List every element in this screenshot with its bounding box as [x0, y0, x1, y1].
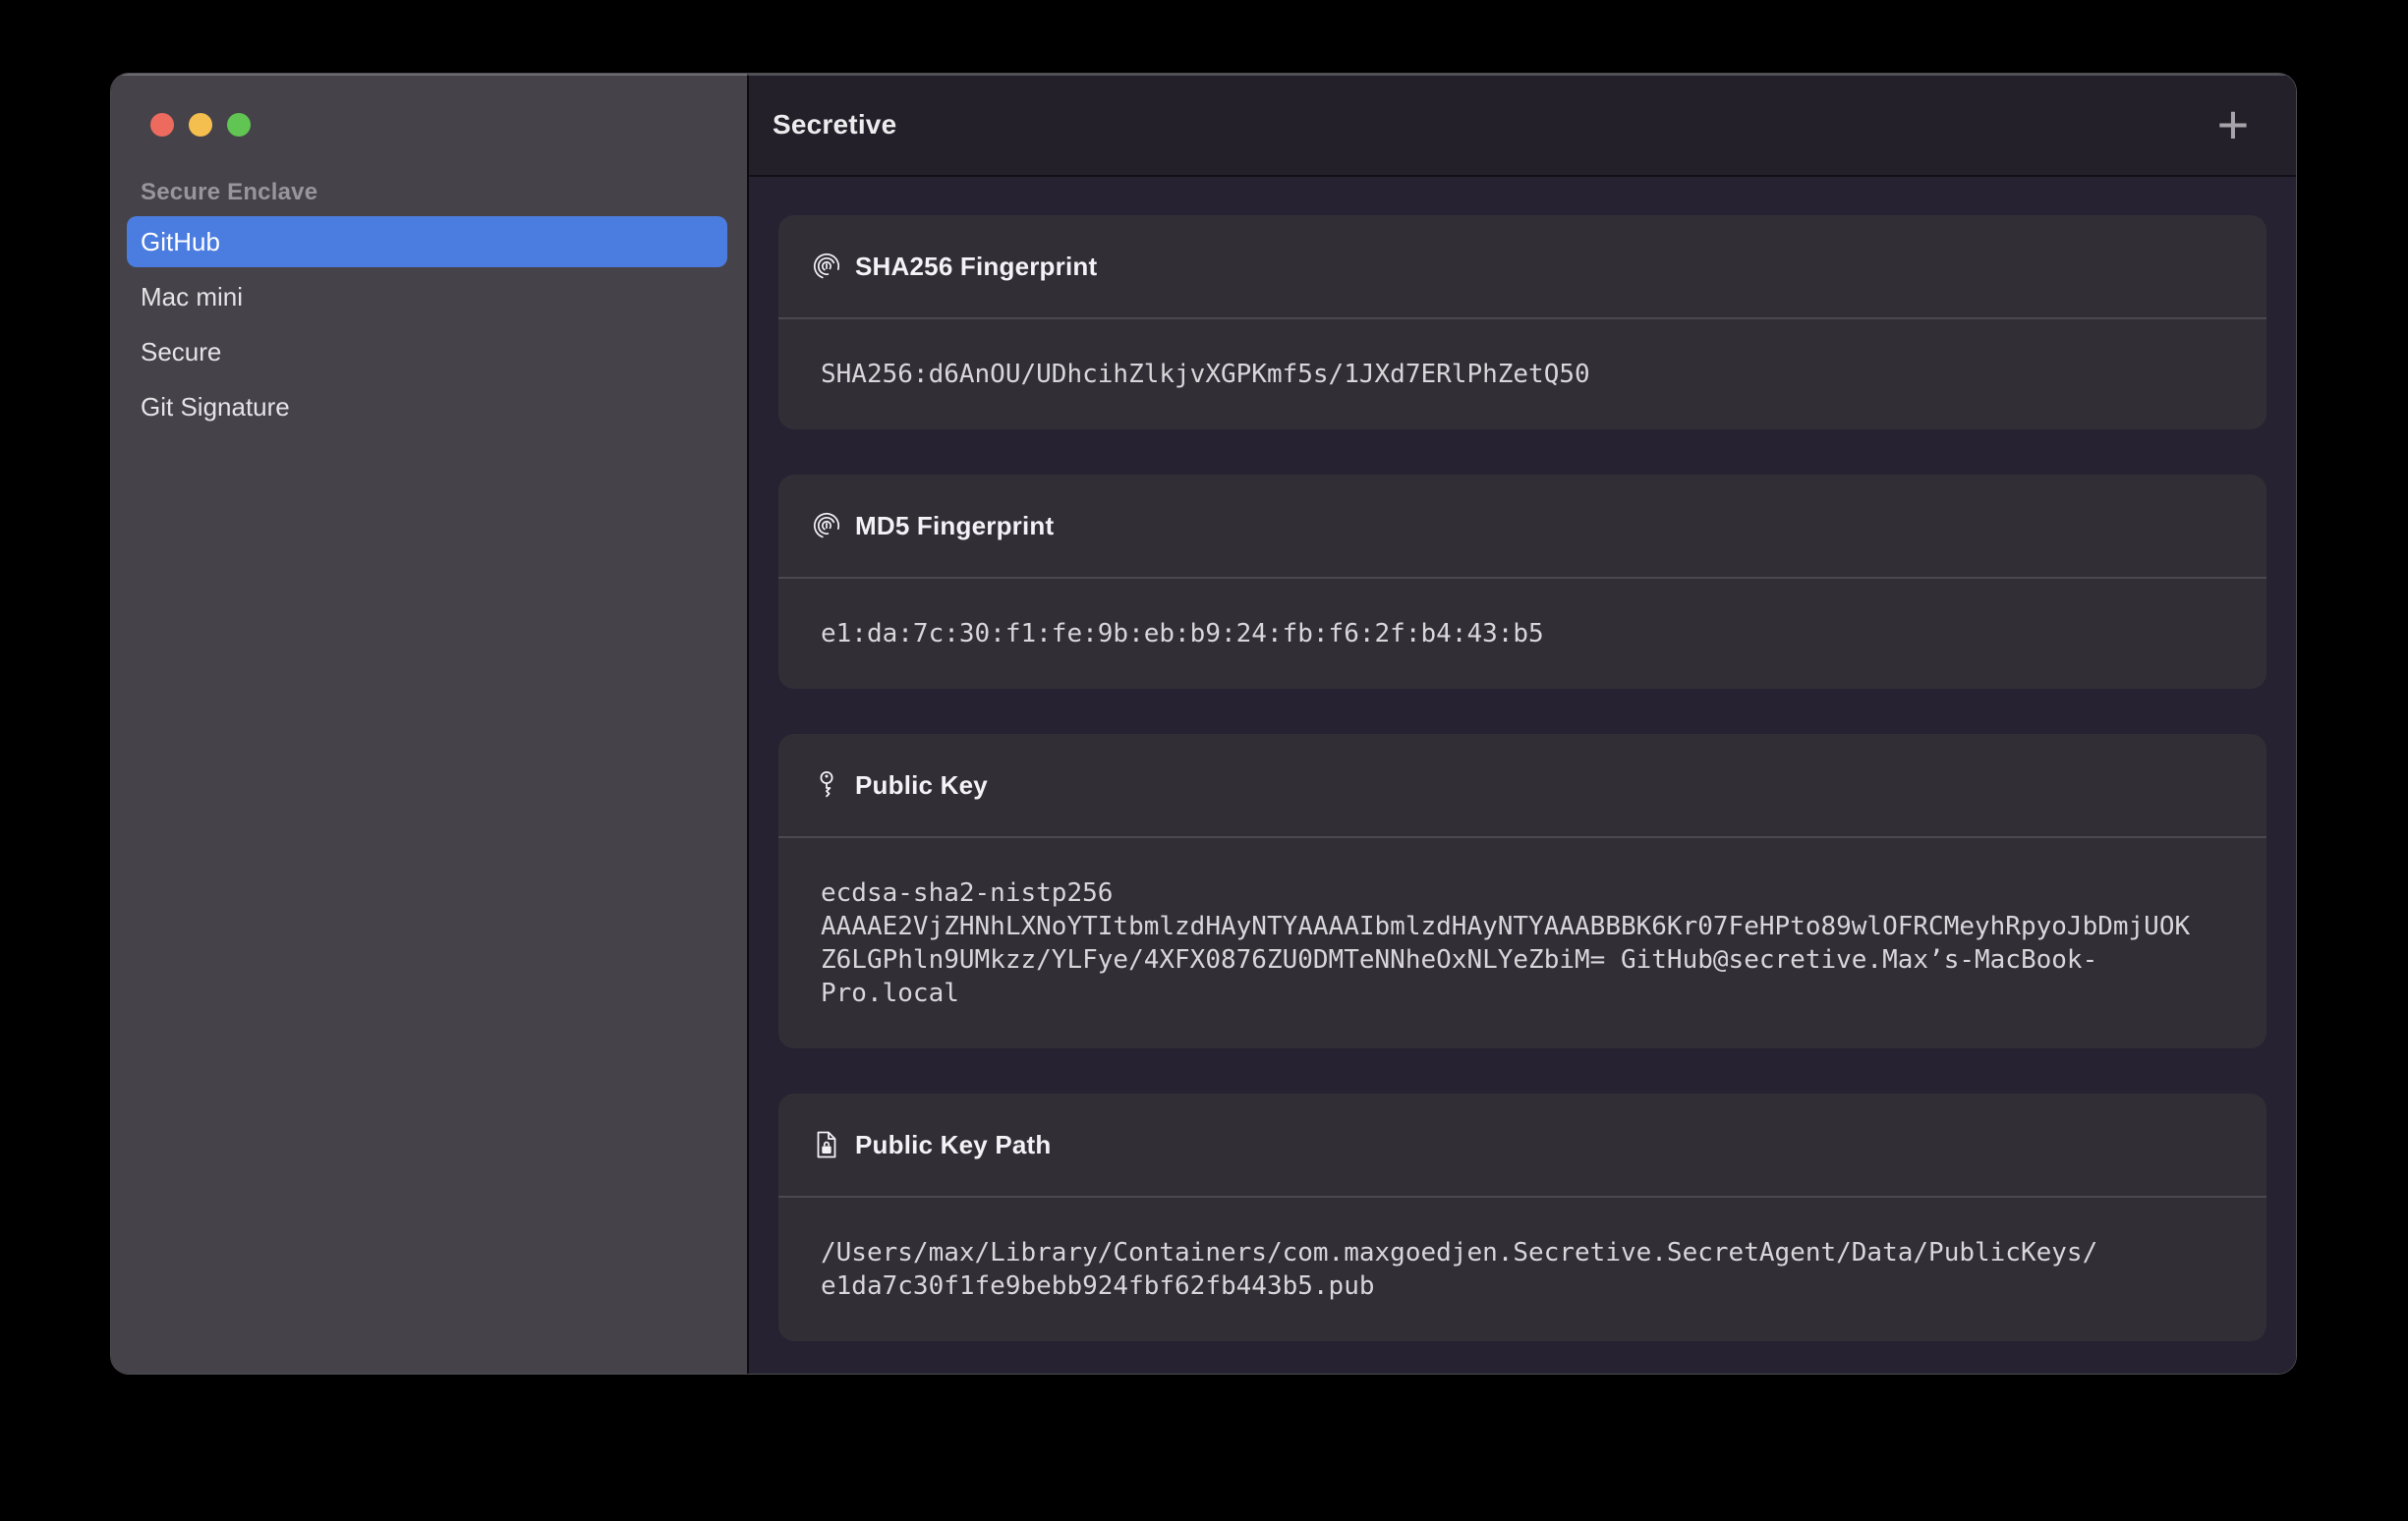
sha256-fingerprint-card: SHA256 Fingerprint SHA256:d6AnOU/UDhcihZ…: [778, 215, 2266, 429]
window-title: Secretive: [773, 109, 896, 141]
card-header: Public Key: [778, 734, 2266, 838]
plus-icon: +: [2217, 97, 2250, 152]
card-header: SHA256 Fingerprint: [778, 215, 2266, 319]
app-window: Secure Enclave GitHub Mac mini Secure Gi…: [111, 74, 2296, 1374]
document-lock-icon: [810, 1128, 843, 1161]
key-icon: [810, 768, 843, 802]
sidebar-item-secure[interactable]: Secure: [127, 326, 727, 377]
sha256-fingerprint-value: SHA256:d6AnOU/UDhcihZlkjvXGPKmf5s/1JXd7E…: [778, 319, 2266, 429]
minimize-button[interactable]: [189, 113, 212, 137]
sidebar-item-github[interactable]: GitHub: [127, 216, 727, 267]
public-key-value: ecdsa-sha2-nistp256 AAAAE2VjZHNhLXNoYTIt…: [778, 838, 2266, 1048]
public-key-card: Public Key ecdsa-sha2-nistp256 AAAAE2VjZ…: [778, 734, 2266, 1048]
fingerprint-icon: [810, 509, 843, 542]
zoom-button[interactable]: [227, 113, 251, 137]
card-title: Public Key Path: [855, 1130, 1052, 1160]
title-bar: Secretive +: [749, 74, 2296, 177]
sidebar: Secure Enclave GitHub Mac mini Secure Gi…: [111, 74, 747, 1374]
public-key-path-card: Public Key Path /Users/max/Library/Conta…: [778, 1094, 2266, 1341]
public-key-path-value: /Users/max/Library/Containers/com.maxgoe…: [778, 1198, 2266, 1341]
sidebar-item-git-signature[interactable]: Git Signature: [127, 381, 727, 432]
card-title: Public Key: [855, 770, 988, 801]
sidebar-list: GitHub Mac mini Secure Git Signature: [127, 216, 727, 436]
card-title: SHA256 Fingerprint: [855, 252, 1097, 282]
add-secret-button[interactable]: +: [2206, 95, 2261, 154]
sidebar-item-label: GitHub: [141, 227, 220, 257]
sidebar-item-label: Git Signature: [141, 392, 290, 422]
md5-fingerprint-value: e1:da:7c:30:f1:fe:9b:eb:b9:24:fb:f6:2f:b…: [778, 579, 2266, 689]
card-header: Public Key Path: [778, 1094, 2266, 1198]
secret-detail-content: SHA256 Fingerprint SHA256:d6AnOU/UDhcihZ…: [749, 177, 2296, 1374]
sidebar-section-label: Secure Enclave: [141, 179, 317, 206]
close-button[interactable]: [150, 113, 174, 137]
sidebar-item-label: Secure: [141, 337, 221, 367]
sidebar-item-label: Mac mini: [141, 282, 243, 312]
md5-fingerprint-card: MD5 Fingerprint e1:da:7c:30:f1:fe:9b:eb:…: [778, 475, 2266, 689]
sidebar-item-mac-mini[interactable]: Mac mini: [127, 271, 727, 322]
traffic-lights: [150, 113, 251, 137]
card-title: MD5 Fingerprint: [855, 511, 1054, 541]
main-panel: Secretive + SHA256: [749, 74, 2296, 1374]
card-header: MD5 Fingerprint: [778, 475, 2266, 579]
fingerprint-icon: [810, 250, 843, 283]
